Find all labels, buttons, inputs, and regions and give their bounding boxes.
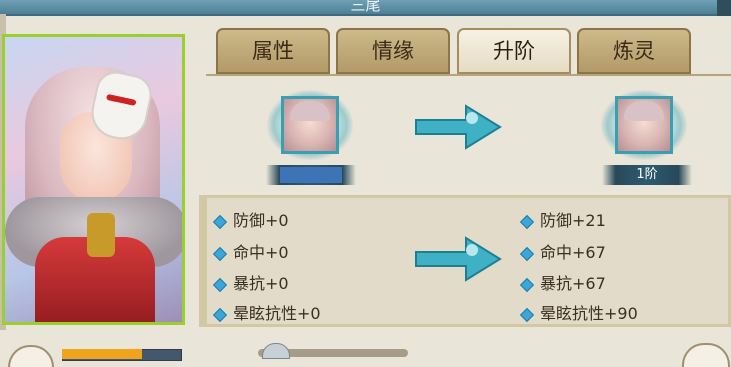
next-level-bar: 1阶: [602, 165, 692, 185]
right-arrow-icon: [415, 236, 502, 282]
current-stat-defense: 防御+0: [212, 207, 289, 231]
diamond-icon: [212, 246, 228, 261]
current-stat-stun-resist: 晕眩抗性+0: [212, 300, 321, 324]
experience-fill: [62, 349, 142, 359]
next-avatar: [615, 96, 673, 154]
diamond-icon: [212, 307, 228, 322]
portrait-ornament: [87, 213, 115, 257]
hero-portrait: [2, 34, 185, 325]
tab-bar: 属性 情缘 升阶 炼灵: [212, 28, 731, 74]
tab-advance[interactable]: 升阶: [457, 28, 571, 74]
title-bar: 三尾: [0, 0, 731, 16]
diamond-icon: [212, 277, 228, 292]
title-corner: [717, 0, 731, 16]
current-stat-accuracy: 命中+0: [212, 239, 289, 263]
tab-refine[interactable]: 炼灵: [577, 28, 691, 74]
next-level-label: 1阶: [636, 167, 658, 182]
next-stat-defense: 防御+21: [519, 207, 606, 231]
diamond-icon: [519, 277, 535, 292]
diamond-icon: [519, 214, 535, 229]
current-stat-crit-resist: 暴抗+0: [212, 270, 289, 294]
current-level-fill: [280, 167, 342, 183]
current-level-bar: [266, 165, 356, 185]
right-arrow-icon: [415, 104, 502, 150]
next-stat-stun-resist: 晕眩抗性+90: [519, 300, 638, 324]
next-stat-crit-resist: 暴抗+67: [519, 270, 606, 294]
tab-bonds[interactable]: 情缘: [336, 28, 450, 74]
diamond-icon: [519, 246, 535, 261]
next-stat-accuracy: 命中+67: [519, 239, 606, 263]
window-title: 三尾: [350, 0, 381, 14]
current-avatar: [281, 96, 339, 154]
diamond-icon: [212, 214, 228, 229]
tab-underline: [206, 74, 731, 76]
diamond-icon: [519, 307, 535, 322]
tab-attributes[interactable]: 属性: [216, 28, 330, 74]
